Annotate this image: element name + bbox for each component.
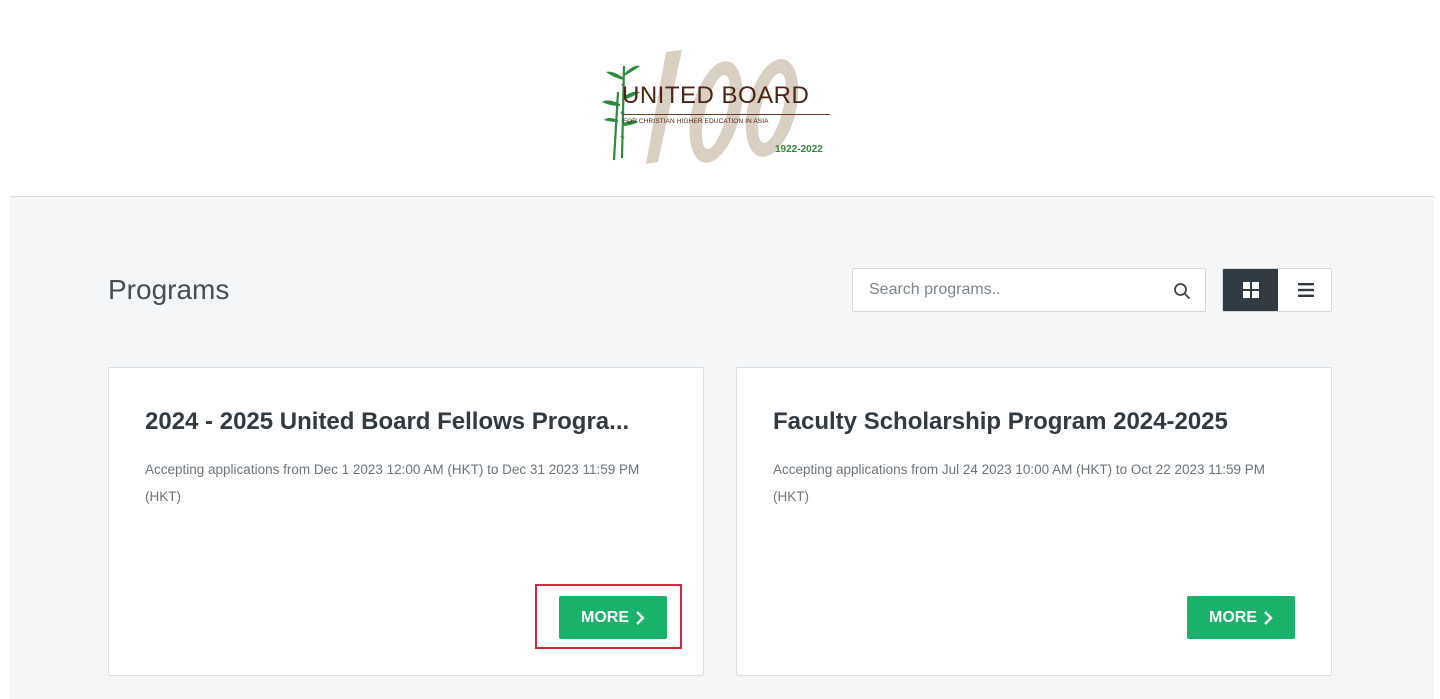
logo-subtitle: FOR CHRISTIAN HIGHER EDUCATION IN ASIA (623, 118, 769, 125)
page-title: Programs (108, 274, 230, 305)
list-icon (1297, 283, 1314, 297)
logo-title: UNITED BOARD (622, 82, 810, 109)
grid-view-button[interactable] (1223, 269, 1278, 311)
program-title[interactable]: Faculty Scholarship Program 2024-2025 (773, 408, 1303, 436)
program-card: Faculty Scholarship Program 2024-2025 Ac… (736, 367, 1332, 676)
chevron-right-icon (636, 610, 645, 625)
logo-rule (622, 114, 830, 115)
search-box (852, 268, 1206, 312)
united-board-logo[interactable]: UNITED BOARD FOR CHRISTIAN HIGHER EDUCAT… (596, 42, 836, 172)
bamboo-icon (602, 65, 640, 161)
chevron-right-icon (1264, 610, 1273, 625)
more-button-label: MORE (1209, 608, 1257, 626)
more-button[interactable]: MORE (559, 596, 667, 639)
program-dates: Accepting applications from Dec 1 2023 1… (145, 462, 640, 504)
program-card: 2024 - 2025 United Board Fellows Progra.… (108, 367, 704, 676)
more-button[interactable]: MORE (1187, 596, 1295, 639)
more-button-label: MORE (581, 608, 629, 626)
search-icon[interactable] (1173, 282, 1191, 300)
page: UNITED BOARD FOR CHRISTIAN HIGHER EDUCAT… (10, 10, 1434, 699)
program-dates: Accepting applications from Jul 24 2023 … (773, 462, 1266, 504)
logo-years: 1922-2022 (775, 144, 823, 155)
search-input[interactable] (869, 269, 1159, 311)
view-toggle (1222, 268, 1332, 312)
site-header: UNITED BOARD FOR CHRISTIAN HIGHER EDUCAT… (10, 10, 1434, 197)
list-view-button[interactable] (1278, 269, 1331, 311)
program-title[interactable]: 2024 - 2025 United Board Fellows Progra.… (145, 408, 675, 436)
grid-icon (1242, 282, 1259, 298)
